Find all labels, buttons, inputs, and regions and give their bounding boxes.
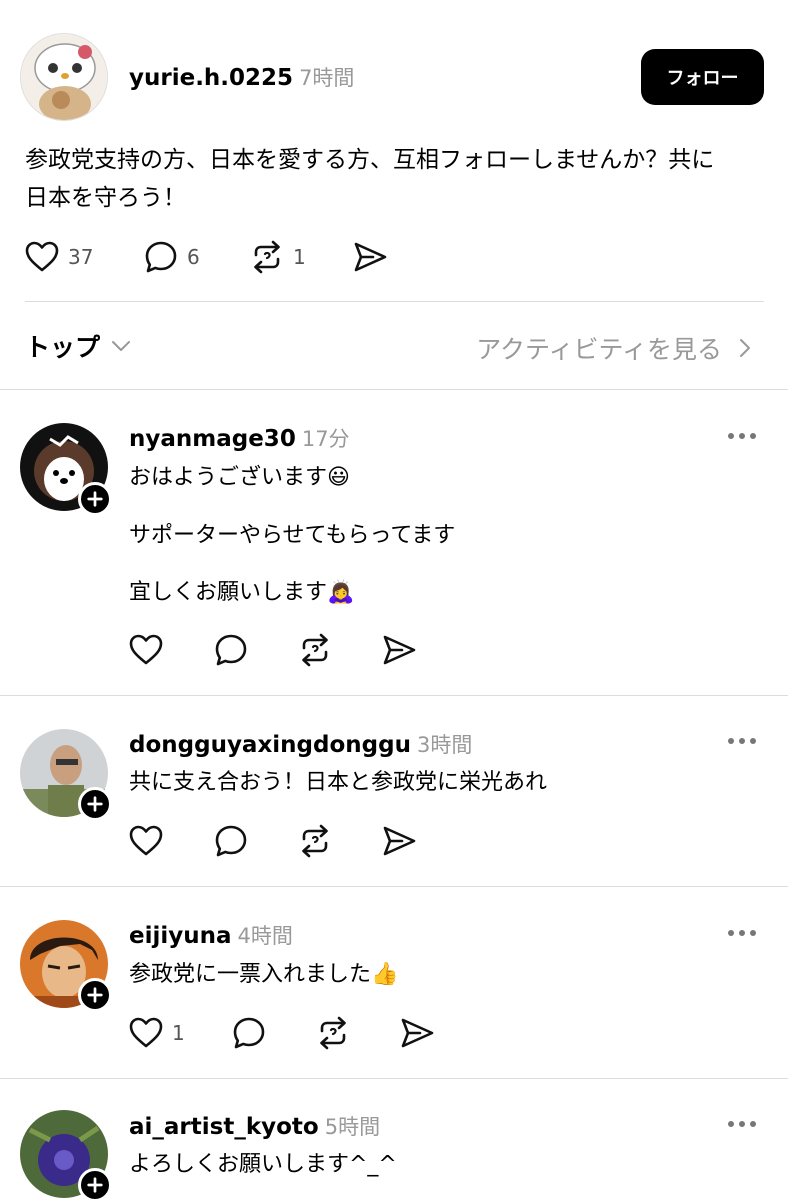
heart-icon xyxy=(24,239,60,275)
like-button[interactable]: 1 xyxy=(128,1015,185,1051)
reply-time: 5時間 xyxy=(324,1115,381,1139)
like-button[interactable] xyxy=(128,632,164,668)
repost-icon xyxy=(297,632,333,668)
share-button[interactable] xyxy=(381,823,417,859)
divider xyxy=(0,1078,788,1079)
repost-icon xyxy=(297,823,333,859)
comment-icon xyxy=(213,823,249,859)
repost-button[interactable] xyxy=(297,823,333,859)
more-icon[interactable] xyxy=(727,736,757,746)
like-count: 1 xyxy=(172,1021,185,1045)
reply-text: よろしくお願いします^_^ xyxy=(129,1152,397,1177)
follow-button[interactable]: フォロー xyxy=(641,49,764,105)
share-button[interactable] xyxy=(381,632,417,668)
reply-text: おはようございます😃 xyxy=(129,465,350,490)
like-button[interactable]: 37 xyxy=(24,239,93,275)
reply-text: 参政党に一票入れました👍 xyxy=(129,962,399,987)
reply-username[interactable]: eijiyuna 4時間 xyxy=(129,920,293,950)
share-icon xyxy=(399,1015,435,1051)
post-username[interactable]: yurie.h.0225 7時間 xyxy=(129,62,354,92)
comment-icon xyxy=(143,239,179,275)
follow-plus-button[interactable] xyxy=(78,482,112,516)
share-icon xyxy=(381,823,417,859)
heart-icon xyxy=(128,1015,164,1051)
follow-plus-button[interactable] xyxy=(78,787,112,821)
comment-button[interactable] xyxy=(213,823,249,859)
repost-icon xyxy=(249,239,285,275)
share-icon xyxy=(381,632,417,668)
plus-icon xyxy=(86,490,104,508)
plus-icon xyxy=(86,1176,104,1194)
like-count: 37 xyxy=(68,245,94,269)
comment-button[interactable] xyxy=(231,1015,267,1051)
reply-time: 3時間 xyxy=(416,733,473,757)
reply-time: 4時間 xyxy=(237,924,293,948)
reply-username[interactable]: dongguyaxingdonggu 3時間 xyxy=(129,729,472,759)
post-text-line1: 参政党支持の方、日本を愛する方、互相フォローしませんか？共に xyxy=(25,147,715,173)
repost-count: 1 xyxy=(293,245,306,269)
avatar[interactable] xyxy=(20,33,108,121)
follow-plus-button[interactable] xyxy=(78,1168,112,1200)
reply-username[interactable]: nyanmage30 17分 xyxy=(129,423,350,453)
chevron-right-icon xyxy=(740,339,750,357)
repost-button[interactable] xyxy=(297,632,333,668)
plus-icon xyxy=(86,795,104,813)
more-icon[interactable] xyxy=(727,1119,757,1129)
follow-plus-button[interactable] xyxy=(78,978,112,1012)
reply-time: 17分 xyxy=(301,427,350,451)
comment-count: 6 xyxy=(187,245,200,269)
divider xyxy=(25,301,764,302)
activity-label: アクティビティを見る xyxy=(476,335,722,364)
plus-icon xyxy=(86,986,104,1004)
activity-link[interactable]: アクティビティを見る xyxy=(476,330,752,366)
more-icon[interactable] xyxy=(727,928,757,938)
reply-text: 宜しくお願いします🙇‍♀️ xyxy=(129,580,355,605)
more-icon[interactable] xyxy=(727,431,757,441)
chevron-down-icon xyxy=(112,341,131,351)
share-icon xyxy=(352,239,388,275)
divider xyxy=(0,389,788,390)
reply-text: 共に支え合おう！日本と参政党に栄光あれ xyxy=(129,770,548,795)
heart-icon xyxy=(128,632,164,668)
comment-icon xyxy=(213,632,249,668)
sort-label: トップ xyxy=(25,333,101,362)
comment-button[interactable] xyxy=(213,632,249,668)
divider xyxy=(0,695,788,696)
comment-button[interactable]: 6 xyxy=(143,239,200,275)
share-button[interactable] xyxy=(399,1015,435,1051)
divider xyxy=(0,886,788,887)
share-button[interactable] xyxy=(352,239,388,275)
post-text-line2: 日本を守ろう！ xyxy=(25,185,186,211)
heart-icon xyxy=(128,823,164,859)
repost-button[interactable] xyxy=(315,1015,351,1051)
reply-username[interactable]: ai_artist_kyoto 5時間 xyxy=(129,1111,380,1141)
post-time: 7時間 xyxy=(299,66,355,90)
comment-icon xyxy=(231,1015,267,1051)
reply-text: サポーターやらせてもらってます xyxy=(129,523,456,548)
repost-button[interactable]: 1 xyxy=(249,239,306,275)
sort-dropdown[interactable]: トップ xyxy=(25,328,132,364)
repost-icon xyxy=(315,1015,351,1051)
like-button[interactable] xyxy=(128,823,164,859)
